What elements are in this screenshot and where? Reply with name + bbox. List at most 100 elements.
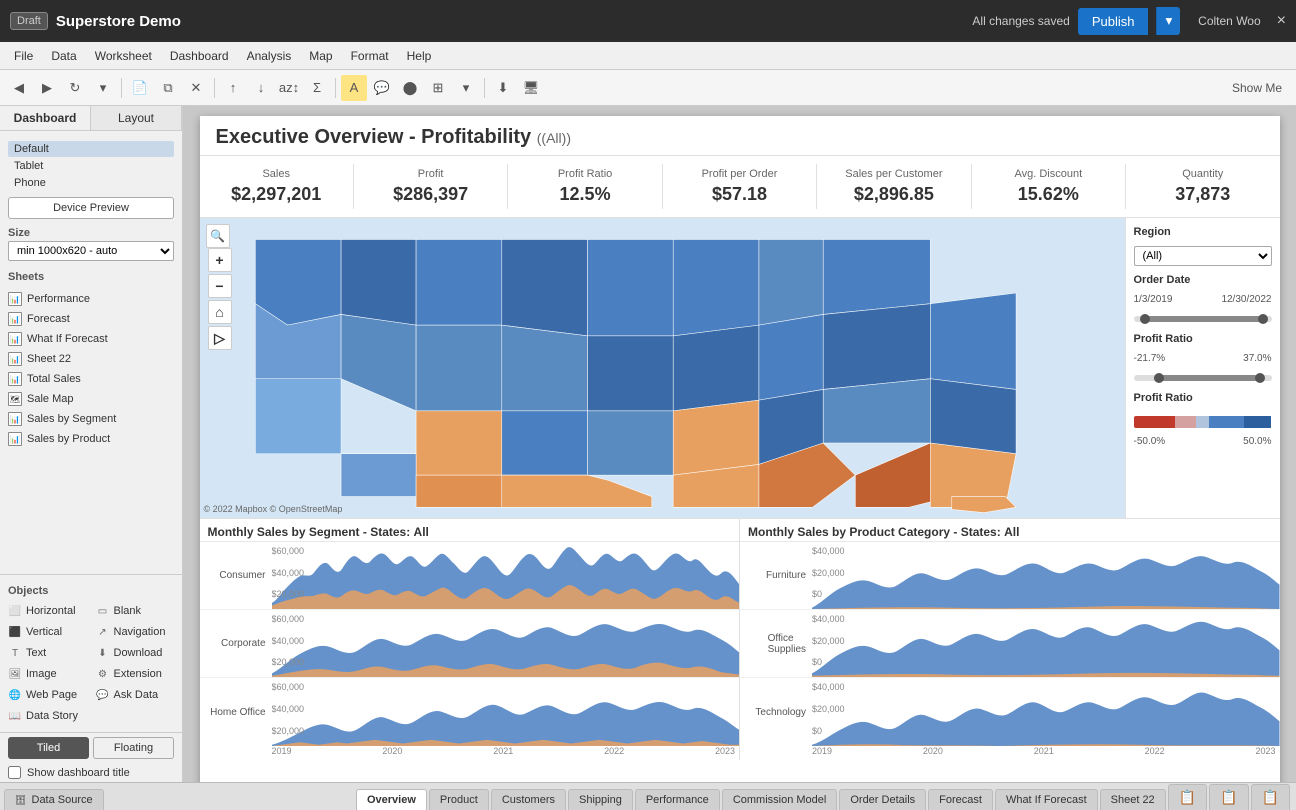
obj-extension[interactable]: ⚙Extension: [92, 664, 179, 684]
state-new-mexico[interactable]: [416, 475, 502, 507]
publish-dropdown-button[interactable]: ▾: [1156, 7, 1180, 35]
sheet-total-sales[interactable]: 📊 Total Sales: [0, 369, 182, 389]
obj-vertical[interactable]: ⬛Vertical: [4, 622, 91, 642]
sheet-sheet22[interactable]: 📊 Sheet 22: [0, 349, 182, 369]
state-minnesota[interactable]: [587, 239, 673, 335]
sort-desc-button[interactable]: ↓: [248, 75, 274, 101]
sheet-sales-by-segment[interactable]: 📊 Sales by Segment: [0, 409, 182, 429]
obj-blank[interactable]: ▭Blank: [92, 601, 179, 621]
export-button[interactable]: ⬇: [490, 75, 516, 101]
tab-sheet22[interactable]: Sheet 22: [1100, 789, 1166, 810]
tab-product[interactable]: Product: [429, 789, 489, 810]
menu-help[interactable]: Help: [399, 46, 440, 66]
size-select[interactable]: min 1000x620 - auto: [8, 241, 174, 261]
tab-customers[interactable]: Customers: [491, 789, 566, 810]
state-nj[interactable]: [930, 293, 1016, 389]
clear-button[interactable]: ✕: [183, 75, 209, 101]
state-north-dakota[interactable]: [501, 239, 587, 335]
map-search-button[interactable]: 🔍: [206, 224, 230, 248]
tab-forecast[interactable]: Forecast: [928, 789, 993, 810]
sheet-sale-map[interactable]: 🗺 Sale Map: [0, 389, 182, 409]
menu-analysis[interactable]: Analysis: [239, 46, 300, 66]
sheet-what-if-forecast[interactable]: 📊 What If Forecast: [0, 329, 182, 349]
tiled-button[interactable]: Tiled: [8, 737, 89, 759]
state-wyoming[interactable]: [416, 325, 502, 411]
highlight-button[interactable]: A: [341, 75, 367, 101]
back-button[interactable]: ◀: [6, 75, 32, 101]
date-slider-left[interactable]: [1140, 314, 1150, 324]
tab-dashboard[interactable]: Dashboard: [0, 106, 91, 130]
obj-image[interactable]: 🖼Image: [4, 664, 91, 684]
state-michigan[interactable]: [758, 239, 822, 325]
menu-dashboard[interactable]: Dashboard: [162, 46, 237, 66]
tab-overview[interactable]: Overview: [356, 789, 427, 810]
publish-button[interactable]: Publish: [1078, 8, 1149, 35]
show-me-button[interactable]: Show Me: [1224, 75, 1290, 101]
sheet-performance[interactable]: 📊 Performance: [0, 289, 182, 309]
view-toggle[interactable]: ⊞: [425, 75, 451, 101]
state-va[interactable]: [823, 379, 930, 443]
obj-askdata[interactable]: 💬Ask Data: [92, 685, 179, 705]
tab-add-extra2[interactable]: 📋: [1209, 784, 1248, 810]
tab-what-if-forecast[interactable]: What If Forecast: [995, 789, 1098, 810]
user-name[interactable]: Colten Woo: [1198, 14, 1260, 28]
menu-worksheet[interactable]: Worksheet: [87, 46, 160, 66]
obj-text[interactable]: TText: [4, 643, 91, 663]
state-ny[interactable]: [823, 239, 930, 314]
state-montana[interactable]: [416, 239, 502, 325]
tab-order-details[interactable]: Order Details: [839, 789, 926, 810]
close-button[interactable]: ×: [1277, 12, 1286, 30]
floating-button[interactable]: Floating: [93, 737, 174, 759]
tab-datasource[interactable]: 🗄 Data Source: [4, 789, 104, 810]
profit-ratio-slider-right[interactable]: [1255, 373, 1265, 383]
device-button[interactable]: 🖥: [518, 75, 544, 101]
obj-download[interactable]: ⬇Download: [92, 643, 179, 663]
obj-webpage[interactable]: 🌐Web Page: [4, 685, 91, 705]
marks-button[interactable]: ⬤: [397, 75, 423, 101]
state-pa[interactable]: [823, 304, 930, 390]
state-idaho[interactable]: [341, 239, 416, 325]
tab-shipping[interactable]: Shipping: [568, 789, 633, 810]
region-select[interactable]: (All) East West Central South: [1134, 246, 1272, 266]
forward-button[interactable]: ▶: [34, 75, 60, 101]
state-md-de[interactable]: [930, 379, 1016, 454]
zoom-in-button[interactable]: +: [208, 248, 232, 272]
state-missouri[interactable]: [587, 411, 673, 475]
state-wisconsin[interactable]: [673, 239, 759, 335]
new-button[interactable]: 📄: [127, 75, 153, 101]
state-california[interactable]: [255, 379, 341, 454]
profit-ratio-slider[interactable]: [1134, 375, 1272, 381]
tab-add-extra1[interactable]: 📋: [1168, 784, 1207, 810]
tab-layout[interactable]: Layout: [91, 106, 182, 130]
state-kentucky[interactable]: [673, 400, 759, 475]
obj-datastory[interactable]: 📖Data Story: [4, 706, 91, 726]
sort-asc-button[interactable]: ↑: [220, 75, 246, 101]
date-slider-right[interactable]: [1258, 314, 1268, 324]
show-title-checkbox[interactable]: [8, 766, 21, 779]
view-dropdown[interactable]: ▾: [453, 75, 479, 101]
device-preview-button[interactable]: Device Preview: [8, 197, 174, 219]
menu-file[interactable]: File: [6, 46, 41, 66]
tab-add-extra3[interactable]: 📋: [1251, 784, 1290, 810]
menu-data[interactable]: Data: [43, 46, 84, 66]
refresh-button[interactable]: ↻: [62, 75, 88, 101]
arrow-button[interactable]: ▷: [208, 326, 232, 350]
state-kansas[interactable]: [501, 411, 587, 475]
obj-horizontal[interactable]: ⬜Horizontal: [4, 601, 91, 621]
home-button[interactable]: ⌂: [208, 300, 232, 324]
aggregate-button[interactable]: Σ: [304, 75, 330, 101]
tab-commission-model[interactable]: Commission Model: [722, 789, 838, 810]
usa-map[interactable]: [200, 218, 1125, 518]
state-ohio[interactable]: [758, 314, 822, 400]
state-iowa[interactable]: [587, 336, 673, 411]
state-south-dakota[interactable]: [501, 325, 587, 411]
device-phone[interactable]: Phone: [8, 175, 174, 191]
menu-map[interactable]: Map: [301, 46, 340, 66]
sheet-forecast[interactable]: 📊 Forecast: [0, 309, 182, 329]
refresh-dropdown[interactable]: ▾: [90, 75, 116, 101]
date-slider[interactable]: [1134, 316, 1272, 322]
tab-performance[interactable]: Performance: [635, 789, 720, 810]
sheet-sales-by-product[interactable]: 📊 Sales by Product: [0, 429, 182, 449]
device-tablet[interactable]: Tablet: [8, 158, 174, 174]
state-arizona[interactable]: [341, 454, 416, 497]
